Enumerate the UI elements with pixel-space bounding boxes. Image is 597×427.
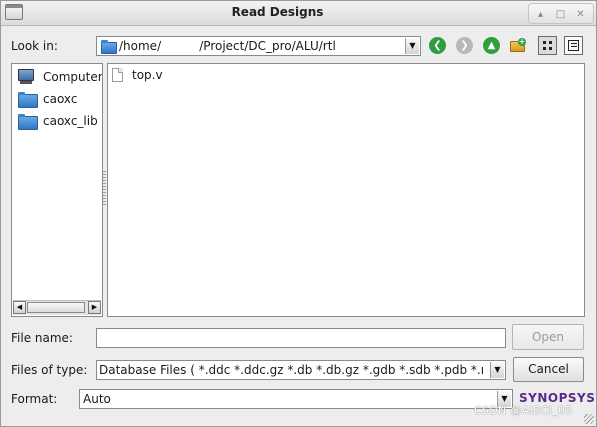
panel-splitter-handle[interactable] — [103, 171, 106, 207]
scrollbar-thumb[interactable] — [27, 302, 85, 313]
sidebar-item-label: caoxc — [43, 92, 78, 106]
files-of-type-label: Files of type: — [11, 363, 88, 377]
files-of-type-value: Database Files ( *.ddc *.ddc.gz *.db *.d… — [99, 363, 485, 377]
window-title: Read Designs — [231, 5, 324, 19]
look-in-combo[interactable]: /home/ /Project/DC_pro/ALU/rtl ▼ — [96, 36, 421, 56]
sidebar-item-label: caoxc_lib — [43, 114, 98, 128]
close-icon[interactable]: ✕ — [572, 7, 589, 23]
computer-icon — [18, 69, 34, 81]
list-view-icon[interactable] — [538, 36, 557, 55]
watermark-text: CSDN @AIBCI_05 — [474, 404, 573, 417]
read-designs-dialog: Read Designs ▴ □ ✕ Look in: /home/ /Proj… — [0, 0, 597, 427]
format-select[interactable]: Auto ▼ — [79, 389, 513, 409]
maximize-icon[interactable]: □ — [552, 7, 569, 23]
synopsys-logo: SYNOPSYS — [519, 391, 596, 405]
format-value: Auto — [83, 392, 111, 406]
sidebar-item-computer[interactable]: Computer — [15, 67, 103, 87]
scroll-right-icon[interactable]: ▶ — [88, 301, 101, 314]
file-name-input[interactable] — [96, 328, 506, 348]
list-item[interactable]: top.v — [112, 67, 192, 85]
places-sidebar[interactable]: Computer caoxc caoxc_lib ◀ ▶ — [11, 63, 103, 317]
format-label: Format: — [11, 392, 58, 406]
shade-icon[interactable]: ▴ — [532, 7, 549, 23]
chevron-down-icon[interactable]: ▼ — [405, 38, 419, 54]
file-name-text: top.v — [132, 68, 163, 82]
forward-icon: ❯ — [456, 37, 473, 54]
chevron-down-icon[interactable]: ▼ — [490, 362, 504, 378]
resize-grip-icon[interactable] — [584, 414, 594, 424]
scroll-left-icon[interactable]: ◀ — [13, 301, 26, 314]
sidebar-item-caoxc[interactable]: caoxc — [15, 89, 102, 109]
back-icon[interactable]: ❮ — [429, 37, 446, 54]
folder-icon — [18, 92, 38, 108]
up-icon[interactable]: ▲ — [483, 37, 500, 54]
file-icon — [112, 68, 123, 82]
look-in-path: /home/ /Project/DC_pro/ALU/rtl — [119, 39, 336, 53]
detail-view-icon[interactable] — [564, 36, 583, 55]
sidebar-item-label: Computer — [43, 70, 103, 84]
title-bar[interactable]: Read Designs ▴ □ ✕ — [1, 1, 596, 26]
sidebar-item-caoxc-lib[interactable]: caoxc_lib — [15, 111, 102, 131]
window-controls: ▴ □ ✕ — [528, 3, 594, 24]
folder-icon — [101, 40, 117, 54]
cancel-button[interactable]: Cancel — [513, 357, 584, 382]
open-button[interactable]: Open — [512, 324, 584, 350]
sidebar-horizontal-scrollbar[interactable]: ◀ ▶ — [13, 300, 101, 315]
file-list[interactable]: top.v — [107, 63, 585, 317]
files-of-type-select[interactable]: Database Files ( *.ddc *.ddc.gz *.db *.d… — [96, 360, 506, 380]
folder-icon — [18, 114, 38, 130]
look-in-label: Look in: — [11, 39, 58, 53]
new-folder-icon[interactable]: + — [510, 38, 527, 53]
file-name-label: File name: — [11, 331, 73, 345]
